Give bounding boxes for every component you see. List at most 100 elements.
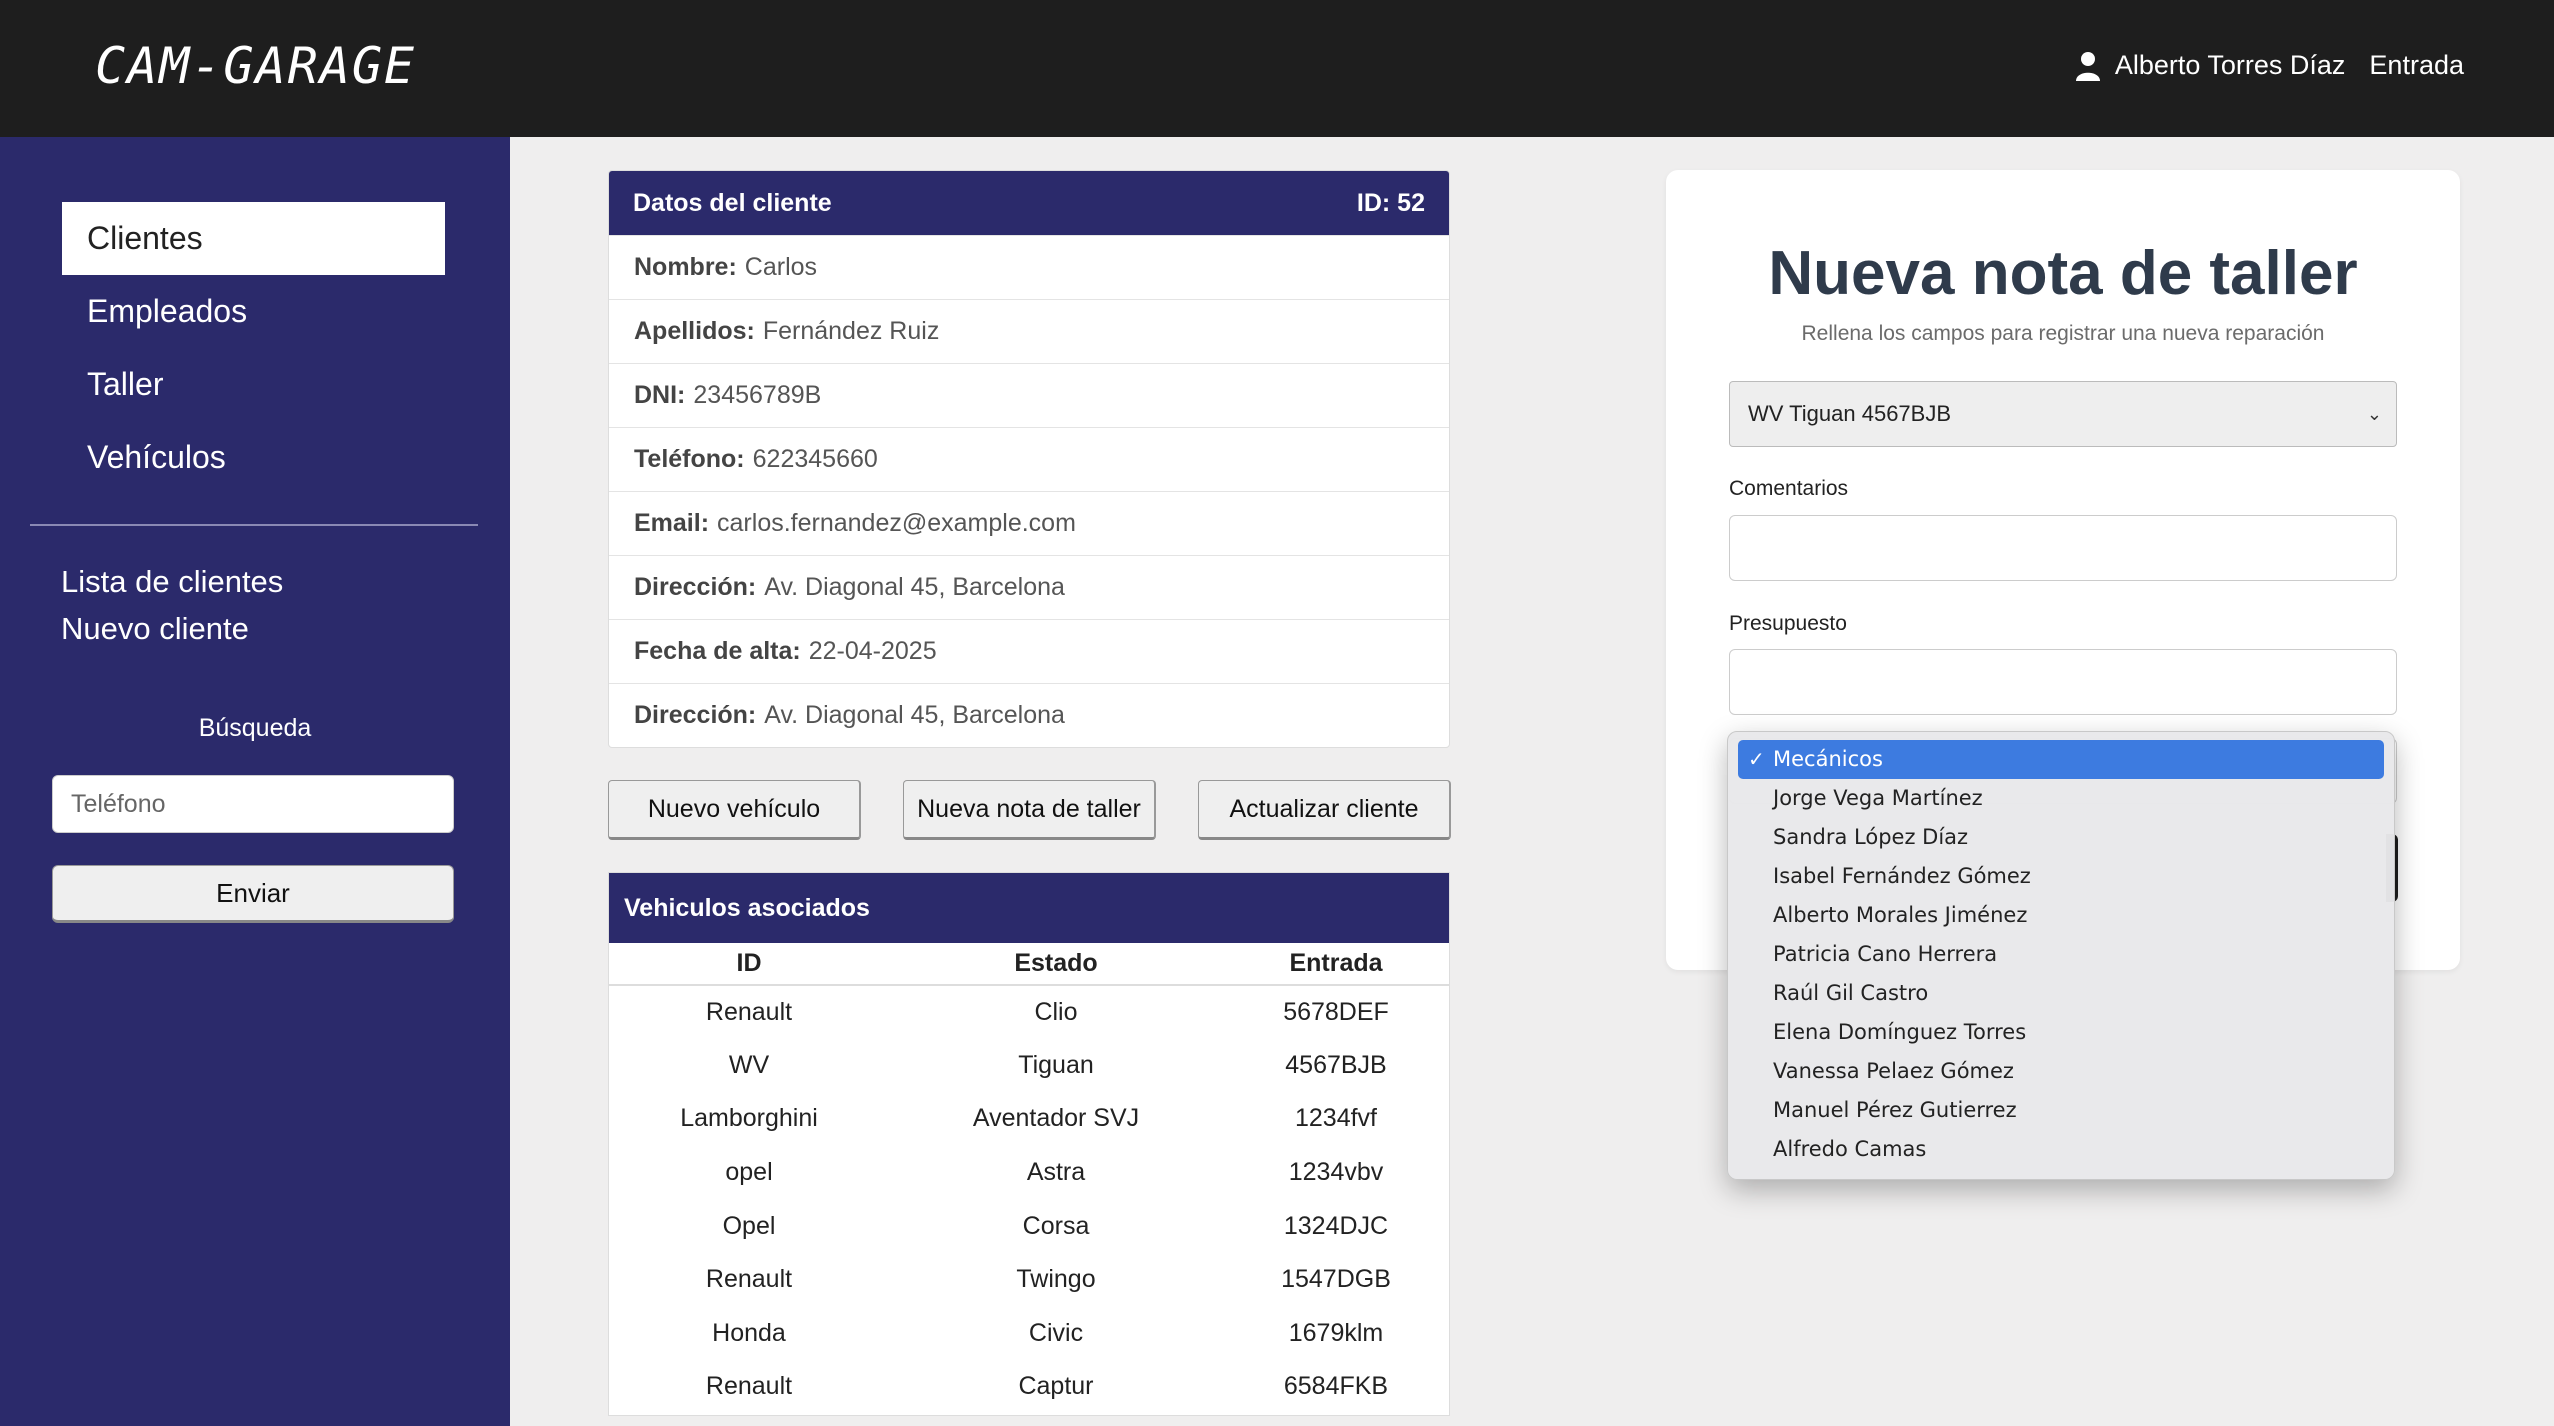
mechanic-option[interactable]: Alberto Morales Jiménez — [1738, 896, 2384, 935]
table-cell: 1679klm — [1288, 1318, 1384, 1347]
chevron-down-icon: ⌄ — [2366, 404, 2382, 424]
table-cell: Lamborghini — [680, 1104, 818, 1133]
table-cell: opel — [725, 1158, 773, 1187]
field-label: Email: — [634, 509, 710, 537]
table-cell: 4567BJB — [1285, 1050, 1387, 1079]
table-cell: Corsa — [1022, 1211, 1090, 1240]
field-value: Fernández Ruiz — [762, 317, 940, 345]
client-data-card: Datos del cliente ID: 52 Nombre: Carlos A… — [608, 170, 1450, 748]
info-row-telefono: Teléfono: 622345660 — [609, 427, 1449, 491]
field-label: Dirección: — [634, 573, 757, 601]
entrada-link[interactable]: Entrada — [2369, 50, 2464, 81]
lista-de-clientes-link[interactable]: Lista de clientes — [61, 564, 283, 600]
comments-input[interactable] — [1729, 515, 2397, 581]
table-row[interactable]: Opel Corsa 1324DJC — [609, 1199, 1449, 1253]
table-cell: Captur — [1018, 1372, 1094, 1401]
table-cell: 6584FKB — [1283, 1372, 1389, 1401]
logo-text: CAM-GARAGE — [95, 38, 416, 95]
table-cell: Twingo — [1016, 1265, 1096, 1294]
table-cell: Opel — [722, 1211, 776, 1240]
table-cell: Aventador SVJ — [972, 1104, 1140, 1133]
table-cell: Renault — [705, 997, 793, 1026]
field-label: Teléfono: — [634, 445, 745, 473]
table-cell: 5678DEF — [1283, 997, 1389, 1026]
table-cell: Civic — [1028, 1318, 1084, 1347]
table-header-row: ID Estado Entrada — [609, 943, 1449, 986]
form-subtitle: Rellena los campos para registrar una nu… — [1801, 322, 2325, 345]
table-row[interactable]: Renault Twingo 1547DGB — [609, 1253, 1449, 1307]
field-value: Carlos — [744, 253, 818, 281]
field-value: Av. Diagonal 45, Barcelona — [764, 573, 1065, 601]
budget-label: Presupuesto — [1729, 612, 1847, 635]
table-cell: 1547DGB — [1281, 1265, 1391, 1294]
mechanic-option[interactable]: Manuel Pérez Gutierrez — [1738, 1091, 2384, 1130]
table-row[interactable]: Honda Civic 1679klm — [609, 1307, 1449, 1361]
user-icon — [2075, 51, 2100, 81]
info-row-email: Email: carlos.fernandez@example.com — [609, 491, 1449, 555]
sidebar-item-clientes[interactable]: Clientes — [62, 202, 445, 275]
sidebar-divider — [30, 524, 478, 526]
mechanic-option[interactable]: ✓ Mecánicos — [1738, 740, 2384, 779]
field-value: 23456789B — [693, 381, 822, 409]
phone-search-input[interactable] — [52, 775, 454, 833]
mechanic-option[interactable]: Vanessa Pelaez Gómez — [1738, 1052, 2384, 1091]
comments-label: Comentarios — [1729, 477, 1849, 500]
new-vehicle-button[interactable]: Nuevo vehículo — [608, 780, 861, 840]
client-card-header: Datos del cliente ID: 52 — [609, 171, 1449, 235]
client-id: ID: 52 — [1356, 188, 1425, 217]
table-row[interactable]: Lamborghini Aventador SVJ 1234fvf — [609, 1092, 1449, 1146]
sidebar-item-empleados[interactable]: Empleados — [62, 275, 445, 348]
field-label: Fecha de alta: — [634, 637, 801, 665]
user-area: Alberto Torres Díaz Entrada — [2075, 50, 2464, 81]
sidebar-item-vehiculos[interactable]: Vehículos — [62, 421, 445, 494]
mechanics-dropdown-menu: ✓ Mecánicos Jorge Vega Martínez Sandra Ló… — [1727, 731, 2395, 1180]
mechanic-option[interactable]: Jorge Vega Martínez — [1738, 779, 2384, 818]
update-client-button[interactable]: Actualizar cliente — [1198, 780, 1451, 840]
table-cell: 1234fvf — [1294, 1104, 1377, 1133]
table-cell: Honda — [712, 1318, 786, 1347]
column-header: ID — [609, 943, 889, 986]
nuevo-cliente-link[interactable]: Nuevo cliente — [61, 611, 249, 647]
table-row[interactable]: opel Astra 1234vbv — [609, 1146, 1449, 1200]
table-cell: Tiguan — [1018, 1050, 1094, 1079]
mechanic-option[interactable]: Isabel Fernández Gómez — [1738, 857, 2384, 896]
mechanic-option[interactable]: Sandra López Díaz — [1738, 818, 2384, 857]
info-row-apellidos: Apellidos: Fernández Ruiz — [609, 299, 1449, 363]
table-cell: WV — [728, 1050, 770, 1079]
table-cell: 1324DJC — [1283, 1211, 1389, 1240]
user-name[interactable]: Alberto Torres Díaz — [2115, 50, 2346, 81]
sidebar: Clientes Empleados Taller Vehículos List… — [0, 137, 510, 1426]
table-row[interactable]: WV Tiguan 4567BJB — [609, 1039, 1449, 1093]
field-value: Av. Diagonal 45, Barcelona — [764, 701, 1065, 729]
mechanic-option[interactable]: Elena Domínguez Torres — [1738, 1013, 2384, 1052]
enviar-button[interactable]: Enviar — [52, 865, 454, 923]
column-header: Estado — [889, 943, 1223, 986]
info-row-direccion: Dirección: Av. Diagonal 45, Barcelona — [609, 555, 1449, 619]
mechanic-option[interactable]: Raúl Gil Castro — [1738, 974, 2384, 1013]
vehicle-select[interactable]: WV Tiguan 4567BJB ⌄ — [1729, 381, 2397, 447]
search-label: Búsqueda — [198, 714, 312, 742]
field-label: Nombre: — [634, 253, 737, 281]
mechanic-option[interactable]: Patricia Cano Herrera — [1738, 935, 2384, 974]
table-row[interactable]: Renault Captur 6584FKB — [609, 1360, 1449, 1414]
info-row-fecha-alta: Fecha de alta: 22-04-2025 — [609, 619, 1449, 683]
field-label: DNI: — [634, 381, 686, 409]
budget-input[interactable] — [1729, 649, 2397, 715]
info-row-dni: DNI: 23456789B — [609, 363, 1449, 427]
cam-garage-logo[interactable]: CAM-GARAGE — [95, 38, 485, 98]
table-cell: 1234vbv — [1288, 1158, 1384, 1187]
sidebar-item-taller[interactable]: Taller — [62, 348, 445, 421]
form-title: Nueva nota de taller — [1768, 239, 2358, 308]
info-row-direccion-2: Dirección: Av. Diagonal 45, Barcelona — [609, 683, 1449, 747]
field-value: carlos.fernandez@example.com — [717, 509, 1076, 537]
checkmark-icon: ✓ — [1748, 747, 1765, 771]
new-repair-note-button[interactable]: Nueva nota de taller — [903, 780, 1156, 840]
mechanic-option[interactable]: Alfredo Camas — [1738, 1130, 2384, 1169]
top-bar: CAM-GARAGE Alberto Torres Díaz Entrada — [0, 0, 2554, 137]
table-cell: Clio — [1034, 997, 1078, 1026]
option-label: Mecánicos — [1773, 747, 1883, 771]
table-row[interactable]: Renault Clio 5678DEF — [609, 985, 1449, 1039]
vehicle-select-value: WV Tiguan 4567BJB — [1748, 401, 1952, 426]
associated-vehicles-card: Vehiculos asociados ID Estado Entrada Re… — [608, 872, 1450, 1416]
vehicles-table: ID Estado Entrada Renault Clio 5678DEF WV T… — [609, 943, 1449, 1414]
